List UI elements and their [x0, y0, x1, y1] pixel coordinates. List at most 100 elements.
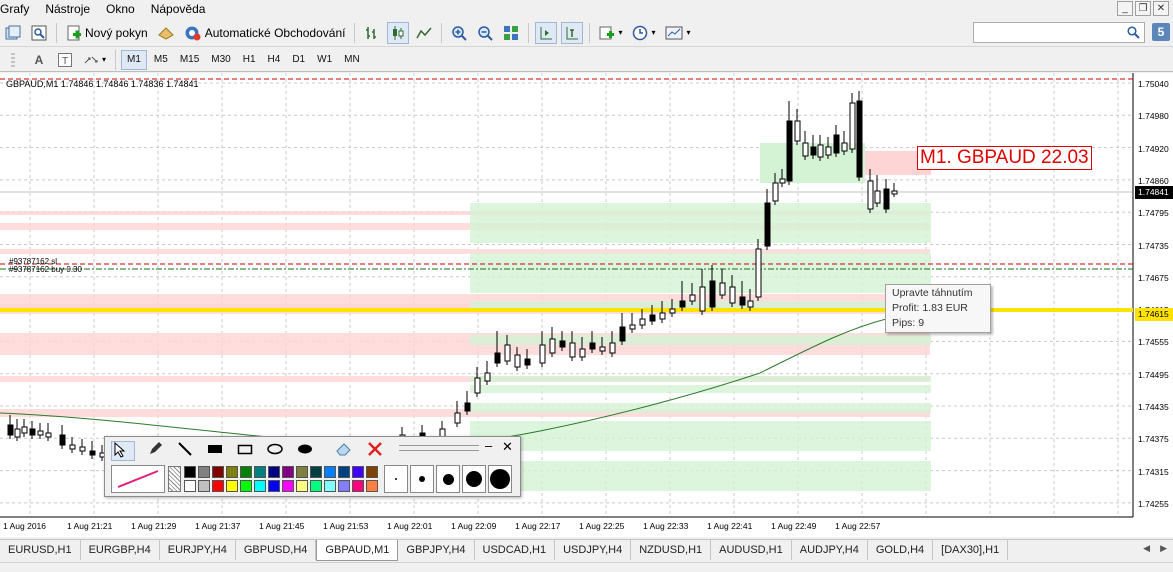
- color-swatch[interactable]: [352, 480, 364, 492]
- chart-tab[interactable]: NZDUSD,H1: [631, 540, 712, 560]
- brush-size-4[interactable]: [462, 465, 486, 493]
- brush-size-3[interactable]: [436, 465, 460, 493]
- color-swatch[interactable]: [310, 480, 322, 492]
- experts-icon[interactable]: [155, 22, 177, 44]
- timeframe-h4[interactable]: H4: [263, 50, 286, 70]
- chart-tab[interactable]: [DAX30],H1: [933, 540, 1009, 560]
- timeframe-m15[interactable]: M15: [175, 50, 204, 70]
- zoom-out-icon[interactable]: [474, 22, 496, 44]
- color-swatch[interactable]: [212, 480, 224, 492]
- color-swatch[interactable]: [366, 480, 378, 492]
- brush-size-2[interactable]: [410, 465, 434, 493]
- color-swatch[interactable]: [254, 466, 266, 478]
- color-swatch[interactable]: [226, 480, 238, 492]
- color-swatch[interactable]: [212, 466, 224, 478]
- color-swatch[interactable]: [324, 466, 336, 478]
- new-order-button[interactable]: Nový pokyn: [63, 22, 151, 44]
- chart-tab[interactable]: USDJPY,H4: [555, 540, 632, 560]
- color-swatch[interactable]: [226, 466, 238, 478]
- color-swatch[interactable]: [254, 480, 266, 492]
- brush-size-1[interactable]: [384, 465, 408, 493]
- line-chart-icon[interactable]: [413, 22, 435, 44]
- minimize-button[interactable]: _: [1117, 1, 1133, 16]
- timeframe-h1[interactable]: H1: [238, 50, 261, 70]
- chart-tab[interactable]: GBPJPY,H4: [398, 540, 475, 560]
- color-swatch[interactable]: [352, 466, 364, 478]
- current-stroke-preview[interactable]: [111, 465, 165, 493]
- chart-tab[interactable]: GBPUSD,H4: [236, 540, 317, 560]
- templates-dropdown[interactable]: ▾: [662, 22, 693, 44]
- chart-tab[interactable]: GOLD,H4: [868, 540, 934, 560]
- color-swatch[interactable]: [366, 466, 378, 478]
- color-swatch[interactable]: [184, 480, 196, 492]
- rectangle-tool-icon[interactable]: [237, 441, 261, 461]
- menu-item[interactable]: Nápověda: [143, 0, 214, 18]
- chart-tab[interactable]: AUDUSD,H1: [711, 540, 792, 560]
- candlestick-chart-icon[interactable]: [387, 21, 410, 44]
- restore-button[interactable]: ❐: [1135, 1, 1151, 16]
- timeframe-w1[interactable]: W1: [312, 50, 337, 70]
- timeframe-m1[interactable]: M1: [121, 49, 147, 70]
- chart-shift-icon[interactable]: [535, 21, 558, 44]
- timeframe-d1[interactable]: D1: [287, 50, 310, 70]
- menu-item[interactable]: Grafy: [0, 0, 37, 18]
- arrows-dropdown[interactable]: ▾: [80, 49, 109, 71]
- timeframe-mn[interactable]: MN: [339, 50, 365, 70]
- color-swatch[interactable]: [338, 480, 350, 492]
- color-swatch[interactable]: [324, 480, 336, 492]
- periods-dropdown[interactable]: ▾: [629, 22, 658, 44]
- text-icon[interactable]: A: [28, 49, 50, 71]
- tile-windows-icon[interactable]: [500, 22, 522, 44]
- pencil-tool-icon[interactable]: [147, 441, 171, 461]
- timeframe-m30[interactable]: M30: [206, 50, 235, 70]
- auto-trading-button[interactable]: Automatické Obchodování: [181, 22, 349, 44]
- filled-rectangle-tool-icon[interactable]: [207, 441, 231, 461]
- color-swatch[interactable]: [198, 480, 210, 492]
- color-swatch[interactable]: [198, 466, 210, 478]
- close-panel-icon[interactable]: ✕: [502, 439, 513, 455]
- chart-tab[interactable]: AUDJPY,H4: [792, 540, 868, 560]
- brush-size-5[interactable]: [488, 465, 512, 493]
- price-label-object[interactable]: M1. GBPAUD 22.03: [917, 146, 1092, 170]
- timeframe-m5[interactable]: M5: [149, 50, 173, 70]
- text-label-icon[interactable]: T: [54, 49, 76, 71]
- ellipse-tool-icon[interactable]: [267, 441, 291, 461]
- cursor-tool-icon[interactable]: [111, 441, 135, 461]
- chart-tab[interactable]: EURJPY,H4: [160, 540, 236, 560]
- chart-tab[interactable]: EURGBP,H4: [81, 540, 160, 560]
- menu-item[interactable]: Nástroje: [37, 0, 98, 18]
- color-swatch[interactable]: [282, 466, 294, 478]
- zoom-chart-icon[interactable]: [28, 22, 50, 44]
- transparent-color-swatch[interactable]: [168, 466, 181, 492]
- chart-tab[interactable]: GBPAUD,M1: [316, 540, 399, 561]
- zoom-in-icon[interactable]: [448, 22, 470, 44]
- search-icon[interactable]: [1127, 26, 1140, 39]
- autoscroll-icon[interactable]: [561, 21, 584, 44]
- filled-ellipse-tool-icon[interactable]: [297, 441, 321, 461]
- menu-item[interactable]: Okno: [98, 0, 143, 18]
- color-swatch[interactable]: [268, 480, 280, 492]
- color-swatch[interactable]: [296, 466, 308, 478]
- help-icon[interactable]: 5: [1152, 23, 1170, 41]
- tab-scroll-arrows[interactable]: ◀ ▶: [1143, 543, 1167, 554]
- minimize-panel-icon[interactable]: –: [485, 438, 492, 453]
- color-swatch[interactable]: [240, 480, 252, 492]
- chart-tab[interactable]: USDCAD,H1: [475, 540, 556, 560]
- line-tool-icon[interactable]: [177, 441, 201, 461]
- color-swatch[interactable]: [310, 466, 322, 478]
- chart-tab[interactable]: EURUSD,H1: [0, 540, 81, 560]
- color-swatch[interactable]: [184, 466, 196, 478]
- profiles-icon[interactable]: [2, 22, 24, 44]
- clear-drawings-icon[interactable]: [367, 441, 391, 461]
- color-swatch[interactable]: [338, 466, 350, 478]
- search-input[interactable]: [973, 22, 1145, 43]
- color-swatch[interactable]: [282, 480, 294, 492]
- indicators-dropdown[interactable]: ▾: [596, 22, 625, 44]
- bar-chart-icon[interactable]: [361, 22, 383, 44]
- close-button[interactable]: ✕: [1153, 1, 1169, 16]
- color-swatch[interactable]: [268, 466, 280, 478]
- color-swatch[interactable]: [240, 466, 252, 478]
- color-swatch[interactable]: [296, 480, 308, 492]
- price-chart[interactable]: GBPAUD,M1 1.74846 1.74846 1.74836 1.7484…: [0, 73, 1173, 537]
- eraser-tool-icon[interactable]: [335, 441, 359, 461]
